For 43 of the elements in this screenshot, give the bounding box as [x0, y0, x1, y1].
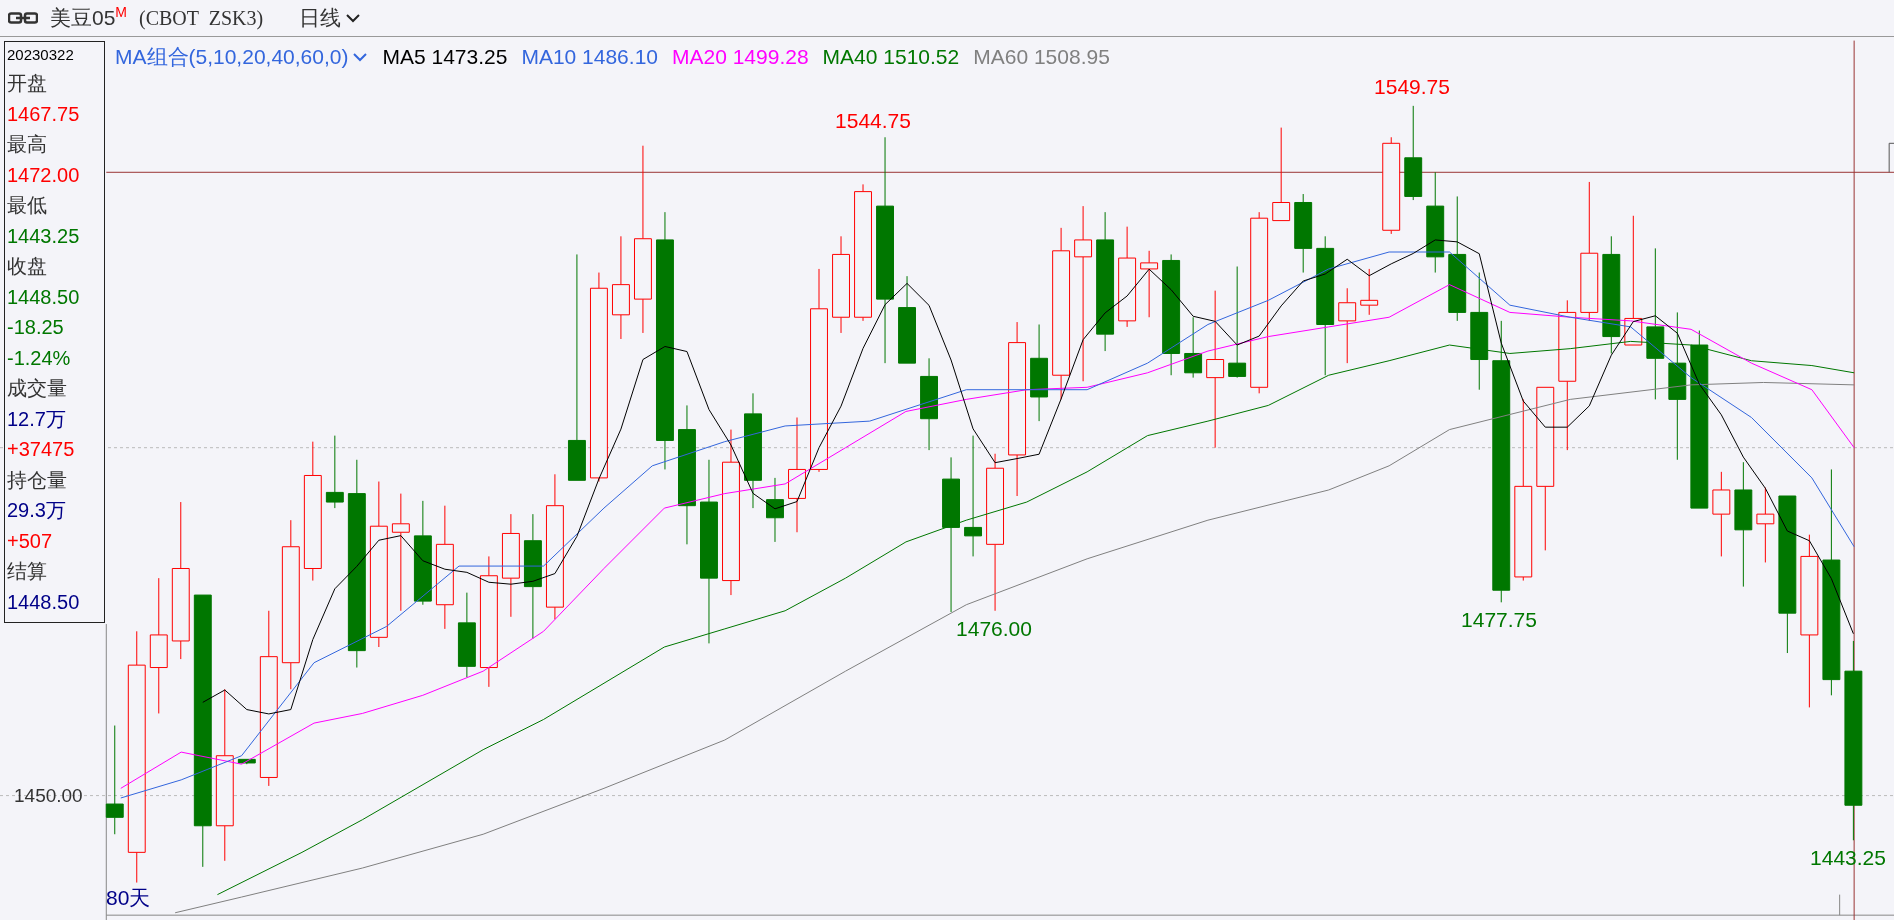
candlestick — [237, 758, 256, 765]
price-label: 1443.25 — [1810, 845, 1886, 872]
info-line: +37475 — [7, 437, 76, 462]
link-icon[interactable] — [8, 12, 38, 24]
info-line: 1472.00 — [7, 162, 81, 188]
info-line: -1.24% — [7, 345, 72, 371]
contract-code: (CBOT ZSK3) — [139, 6, 264, 32]
price-label: 1544.75 — [835, 108, 911, 135]
info-line: 持仓量 — [7, 467, 68, 493]
period-count-label: 80天 — [106, 885, 151, 911]
info-line: 成交量 — [7, 376, 68, 401]
info-line: 12.7万 — [7, 406, 67, 432]
info-line: 收盘 — [7, 254, 48, 279]
moving-average-value: MA40 1510.52 — [822, 44, 960, 71]
info-line: 1443.25 — [7, 223, 81, 249]
indicator-selector[interactable]: MA组合(5,10,20,40,60,0) — [115, 41, 369, 73]
info-line: 最低 — [7, 193, 48, 218]
caret-icon — [345, 13, 362, 23]
info-line: 1448.50 — [7, 284, 81, 310]
candlestick — [1140, 250, 1159, 318]
price-label: 1476.00 — [956, 616, 1032, 643]
candlestick — [1184, 316, 1203, 379]
moving-average-value: MA60 1508.95 — [973, 44, 1110, 71]
info-line: -18.25 — [7, 315, 65, 340]
info-line: 1448.50 — [7, 589, 81, 615]
candlestick — [1360, 268, 1379, 316]
caret-icon — [352, 52, 369, 62]
info-line: 最高 — [7, 132, 48, 157]
info-line: 1467.75 — [7, 101, 81, 127]
axis-price-label: 1450.00 — [14, 784, 83, 808]
moving-average-value: MA5 1473.25 — [382, 44, 508, 71]
info-line: 结算 — [7, 559, 48, 584]
price-label: 1549.75 — [1374, 74, 1450, 101]
period-dropdown[interactable]: 日线 — [299, 2, 362, 34]
date-label: 20230322 — [7, 45, 75, 65]
moving-average-value: MA10 1486.10 — [521, 44, 658, 71]
price-label: 1477.75 — [1461, 607, 1537, 634]
candlestick — [766, 477, 784, 543]
moving-average-value: MA20 1499.28 — [672, 44, 809, 71]
info-line: 开盘 — [7, 71, 48, 96]
info-line: 29.3万 — [7, 498, 67, 523]
price-marker-icon — [1888, 142, 1894, 173]
info-line: +507 — [7, 528, 54, 554]
